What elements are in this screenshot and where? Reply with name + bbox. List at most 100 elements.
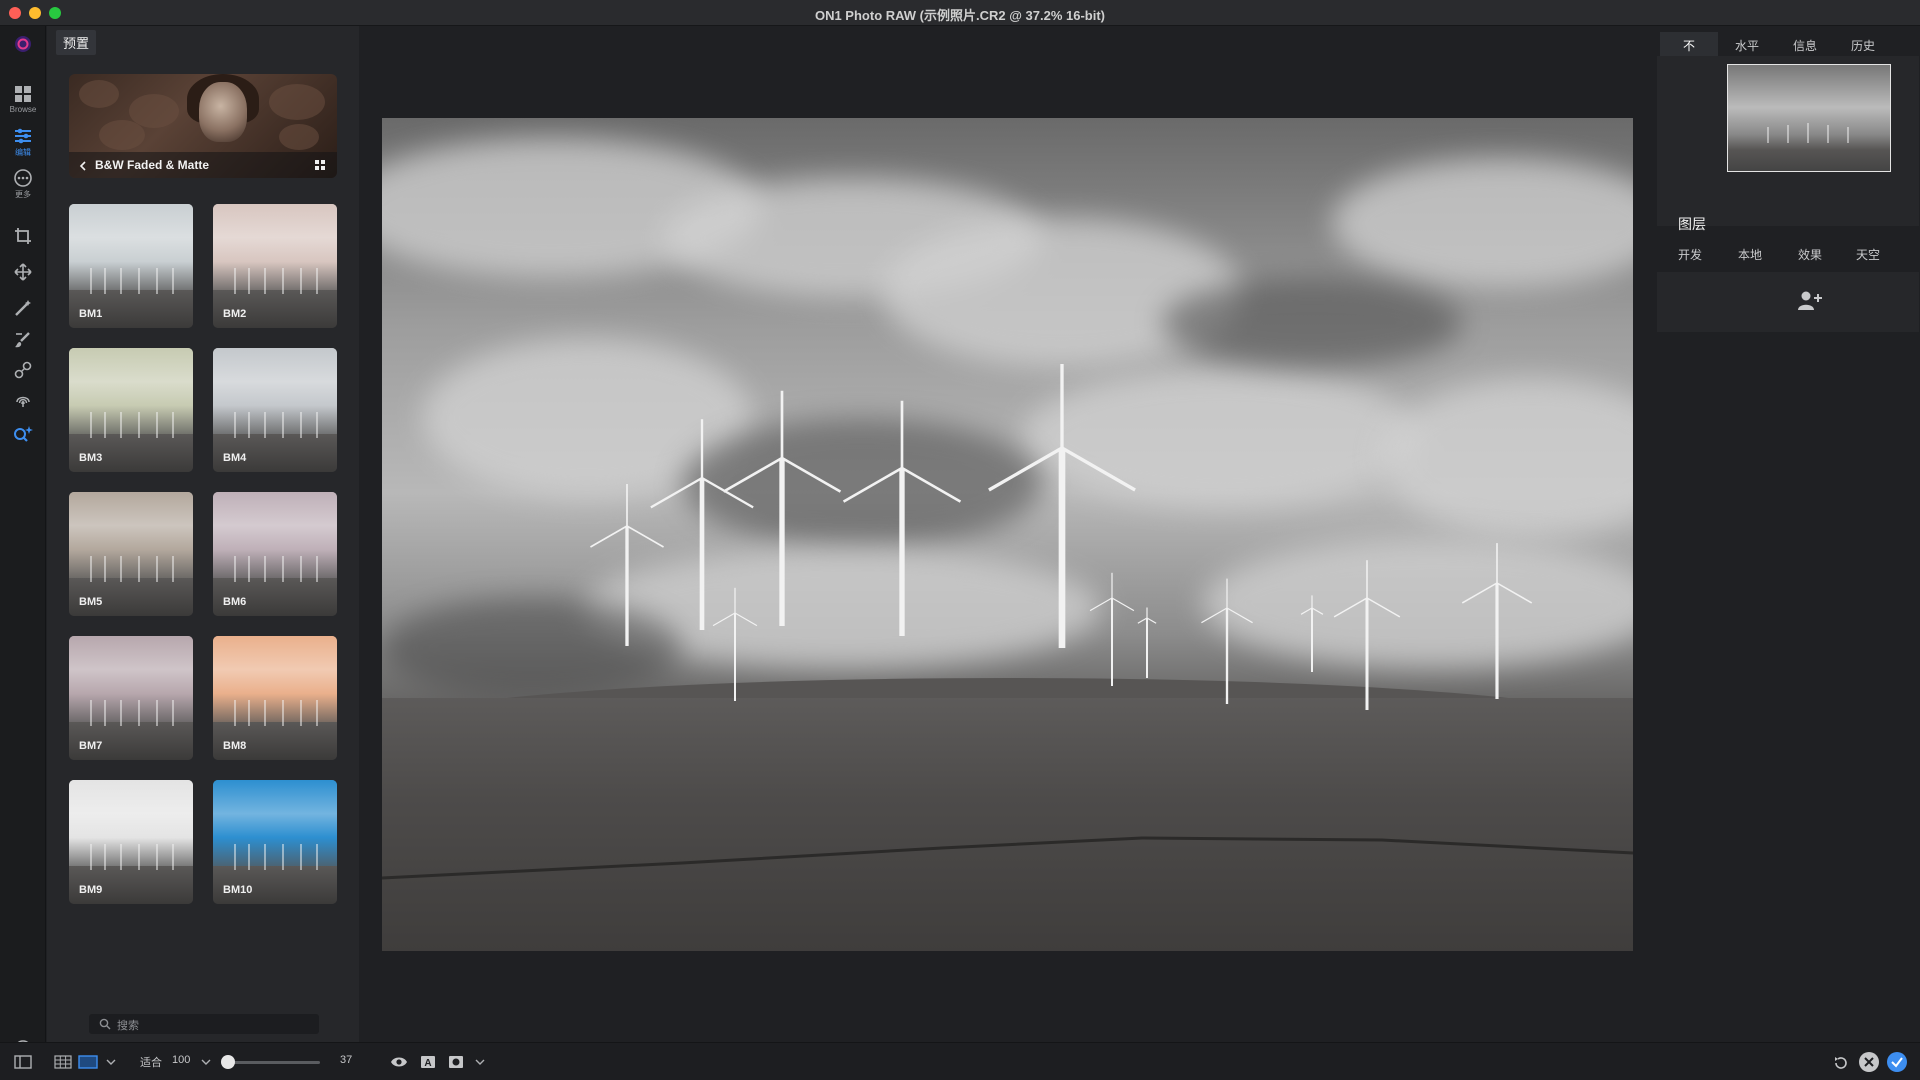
zoom-slider-track[interactable]	[228, 1061, 320, 1064]
search-refine-icon	[14, 426, 33, 442]
fingerprint-icon	[16, 396, 30, 407]
preset-thumbnail[interactable]: BM4	[213, 348, 337, 472]
preset-thumbnail[interactable]: BM1	[69, 204, 193, 328]
search-icon	[99, 1018, 111, 1030]
preset-thumbnail[interactable]: BM10	[213, 780, 337, 904]
right-panel: 不 水平 信息 历史 图层 开发 本地 效果 天空	[1656, 26, 1920, 1042]
preset-label: BM1	[79, 308, 103, 320]
chevron-down-icon[interactable]	[201, 1059, 211, 1065]
window-title: ON1 Photo RAW (示例照片.CR2 @ 37.2% 16-bit)	[814, 8, 1106, 23]
close-icon	[1864, 1057, 1874, 1067]
tab-info[interactable]: 信息	[1776, 32, 1834, 56]
more-icon	[14, 169, 32, 187]
mask-view-icon[interactable]	[448, 1055, 464, 1069]
left-toolbar: Browse 编辑 更多	[0, 26, 46, 1080]
chevron-down-icon[interactable]	[475, 1059, 485, 1065]
navigator-thumbnail[interactable]	[1727, 64, 1891, 172]
brush-tool[interactable]	[0, 330, 46, 350]
preset-label: BM9	[79, 884, 103, 896]
retouch-tool[interactable]	[0, 360, 46, 380]
preset-thumbnail[interactable]: BM6	[213, 492, 337, 616]
portrait-face	[199, 82, 247, 142]
slider-value: 37	[340, 1054, 353, 1066]
leaf-texture	[79, 80, 119, 108]
cancel-button[interactable]	[1859, 1052, 1879, 1072]
preset-label: BM10	[223, 884, 253, 896]
sliders-icon	[15, 128, 31, 144]
zoom-slider-handle[interactable]	[221, 1055, 235, 1069]
tab-local[interactable]: 本地	[1738, 246, 1762, 263]
leaf-texture	[99, 120, 145, 150]
preset-thumbnail[interactable]: BM2	[213, 204, 337, 328]
wind-turbine	[842, 400, 962, 636]
move-icon	[14, 263, 32, 281]
preset-preview-turbines	[234, 268, 318, 294]
chevron-left-icon[interactable]	[79, 161, 87, 171]
preset-preview-turbines	[234, 700, 318, 726]
wind-turbine	[1201, 578, 1253, 704]
edit-module-button[interactable]: 编辑	[0, 126, 46, 158]
more-module-button[interactable]: 更多	[0, 168, 46, 200]
edit-label: 编辑	[15, 148, 31, 157]
magic-wand-icon	[15, 300, 31, 316]
wind-turbine	[1333, 560, 1401, 710]
tab-develop[interactable]: 开发	[1678, 246, 1702, 263]
add-layer-icon[interactable]	[1797, 290, 1823, 312]
preset-thumbnail[interactable]: BM3	[69, 348, 193, 472]
masking-brush-tool[interactable]	[0, 298, 46, 318]
on1-logo-icon	[15, 36, 31, 52]
preset-label: BM6	[223, 596, 247, 608]
wind-turbine	[1089, 572, 1135, 686]
preset-label: BM2	[223, 308, 247, 320]
preset-thumbnail[interactable]: BM7	[69, 636, 193, 760]
tab-navigator[interactable]: 不	[1660, 32, 1718, 56]
wind-turbine	[1300, 595, 1324, 672]
preset-thumbnail[interactable]: BM9	[69, 780, 193, 904]
grid-overlay-icon[interactable]	[54, 1055, 72, 1069]
preset-label: BM7	[79, 740, 103, 752]
reset-icon[interactable]	[1833, 1055, 1849, 1071]
eye-icon[interactable]	[390, 1055, 408, 1069]
clone-stamp-icon	[14, 361, 32, 379]
zoom-value[interactable]: 100	[172, 1054, 190, 1066]
bottom-bar: 适合 100 37 A	[0, 1042, 1920, 1080]
sidebar-toggle-icon[interactable]	[14, 1055, 32, 1069]
grid-view-icon[interactable]	[315, 160, 325, 170]
grid-icon	[15, 86, 31, 102]
layers-box	[1657, 272, 1919, 332]
tab-effects[interactable]: 效果	[1798, 246, 1822, 263]
crop-tool[interactable]	[0, 226, 46, 246]
fit-button[interactable]: 适合	[140, 1054, 162, 1070]
preset-label: BM4	[223, 452, 247, 464]
preset-search-input[interactable]: 搜索	[89, 1014, 319, 1034]
crop-icon	[15, 228, 31, 244]
single-view-icon[interactable]	[78, 1055, 98, 1069]
preset-preview-turbines	[90, 700, 174, 726]
app-logo	[0, 34, 46, 54]
preset-preview-turbines	[90, 844, 174, 870]
preset-preview-turbines	[90, 268, 174, 294]
tab-history[interactable]: 历史	[1834, 32, 1892, 56]
presets-tab[interactable]: 预置	[56, 30, 97, 55]
portrait-tool[interactable]	[0, 390, 46, 410]
wind-turbine	[650, 419, 754, 630]
leaf-texture	[269, 84, 325, 120]
perfect-eraser-tool[interactable]	[0, 424, 46, 444]
browse-module-button[interactable]: Browse	[0, 84, 46, 114]
tab-levels[interactable]: 水平	[1718, 32, 1776, 56]
svg-text:A: A	[424, 1058, 431, 1069]
preset-label: BM5	[79, 596, 103, 608]
wind-turbine	[1461, 543, 1533, 699]
main-photo[interactable]	[382, 118, 1633, 951]
transform-tool[interactable]	[0, 262, 46, 282]
image-canvas[interactable]	[359, 26, 1656, 1042]
preset-category-card[interactable]: B&W Faded & Matte	[69, 74, 337, 178]
tab-sky[interactable]: 天空	[1856, 246, 1880, 263]
apply-button[interactable]	[1887, 1052, 1907, 1072]
preset-thumbnail[interactable]: BM8	[213, 636, 337, 760]
auto-mask-icon[interactable]: A	[420, 1055, 436, 1069]
layers-title: 图层	[1678, 216, 1706, 232]
checkmark-icon	[1891, 1057, 1903, 1068]
chevron-down-icon[interactable]	[106, 1059, 116, 1065]
preset-thumbnail[interactable]: BM5	[69, 492, 193, 616]
